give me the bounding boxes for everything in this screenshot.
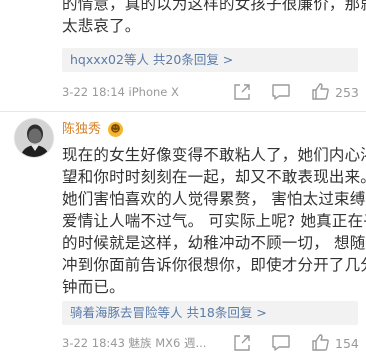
comment-meta: 3-22 18:43 魅族 MX6 週... [62,336,207,350]
avatar-image [15,119,53,157]
reply-summary[interactable]: 骑着海豚去冒险等人 共18条回复 > [62,301,358,325]
comment-text-line: 望和你时时刻刻在一起，却又不敢表现出来。 [62,168,366,186]
username[interactable]: 陈独秀 [62,122,101,138]
comment-meta: 3-22 18:14 iPhone X [62,85,179,99]
thumb-up-icon[interactable] [311,82,330,101]
like-count: 253 [335,85,359,100]
reply-summary-text: hqxxx02等人 共20条回复 > [70,52,234,67]
user-badge-icon: ☻ [108,122,123,137]
reply-summary[interactable]: hqxxx02等人 共20条回复 > [62,48,358,72]
share-icon[interactable] [233,334,251,352]
comment-text-line: 冲到你面前告诉你很想你，即使才分开了几分 [62,256,366,274]
avatar[interactable] [14,118,54,158]
comment-icon[interactable] [271,334,291,352]
comment-text-line: 爱情让人喘不过气。 可实际上呢? 她真正在乎 [62,212,366,230]
comment-text-line: 她们害怕喜欢的人觉得累赘， 害怕太过束缚的 [62,190,366,208]
comment-text-line: 现在的女生好像变得不敢粘人了，她们内心渴 [62,146,366,164]
reply-summary-text: 骑着海豚去冒险等人 共18条回复 > [70,305,267,320]
comment-text-line: 太悲哀了。 [62,17,141,35]
comment-text-line: 的时候就是这样，幼稚冲动不顾一切， 想随时 [62,234,366,252]
comment-icon[interactable] [271,83,291,101]
share-icon[interactable] [233,83,251,101]
comment-text-line: 钟而已。 [62,278,125,296]
thumb-up-icon[interactable] [311,333,330,352]
comment-divider [0,111,366,112]
comment-text-line: 的情意，真的以为这样的女孩子很廉价，那就 [62,0,366,13]
like-count: 154 [335,336,359,351]
